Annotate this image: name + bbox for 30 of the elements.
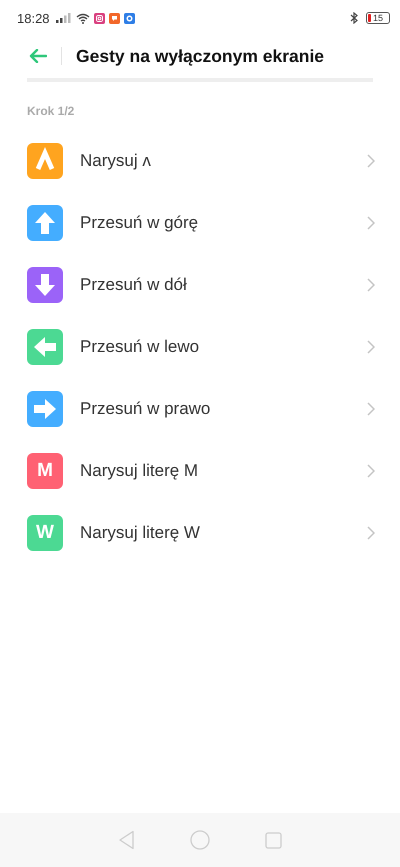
gesture-item[interactable]: Przesuń w dół [0, 254, 400, 316]
gesture-item[interactable]: Przesuń w górę [0, 192, 400, 254]
chevron-right-icon [367, 154, 375, 168]
chevron-right-icon [367, 402, 375, 416]
camera-app-icon [94, 12, 105, 24]
gesture-item[interactable]: M Narysuj literę M [0, 440, 400, 502]
step-label: Krok 1/2 [26, 103, 76, 118]
status-time: 18:28 [17, 10, 50, 26]
chevron-right-icon [367, 464, 375, 478]
chevron-right-icon [367, 340, 375, 354]
back-icon[interactable] [118, 830, 135, 850]
gesture-item[interactable]: Przesuń w lewo [0, 316, 400, 378]
back-button[interactable] [29, 49, 47, 63]
home-icon[interactable] [190, 830, 210, 850]
letter-icon: W [27, 515, 63, 551]
bluetooth-icon [350, 12, 358, 24]
chevron-right-icon [367, 526, 375, 540]
message-app-icon [108, 12, 120, 24]
letter-icon: M [27, 453, 63, 489]
recents-icon[interactable] [265, 832, 282, 848]
gesture-item[interactable]: Przesuń w prawo [0, 378, 400, 440]
chat-app-icon [124, 12, 135, 24]
chevron-right-icon [367, 278, 375, 292]
gesture-item[interactable]: W Narysuj literę W [0, 502, 400, 564]
wifi-icon [76, 12, 90, 24]
screen-title: Gesty na wyłączonym ekranie [76, 46, 324, 66]
gesture-item[interactable]: Narysuj ʌ [0, 130, 400, 192]
battery-icon: 15 [366, 12, 390, 24]
signal-icon [56, 13, 72, 23]
chevron-right-icon [367, 216, 375, 230]
